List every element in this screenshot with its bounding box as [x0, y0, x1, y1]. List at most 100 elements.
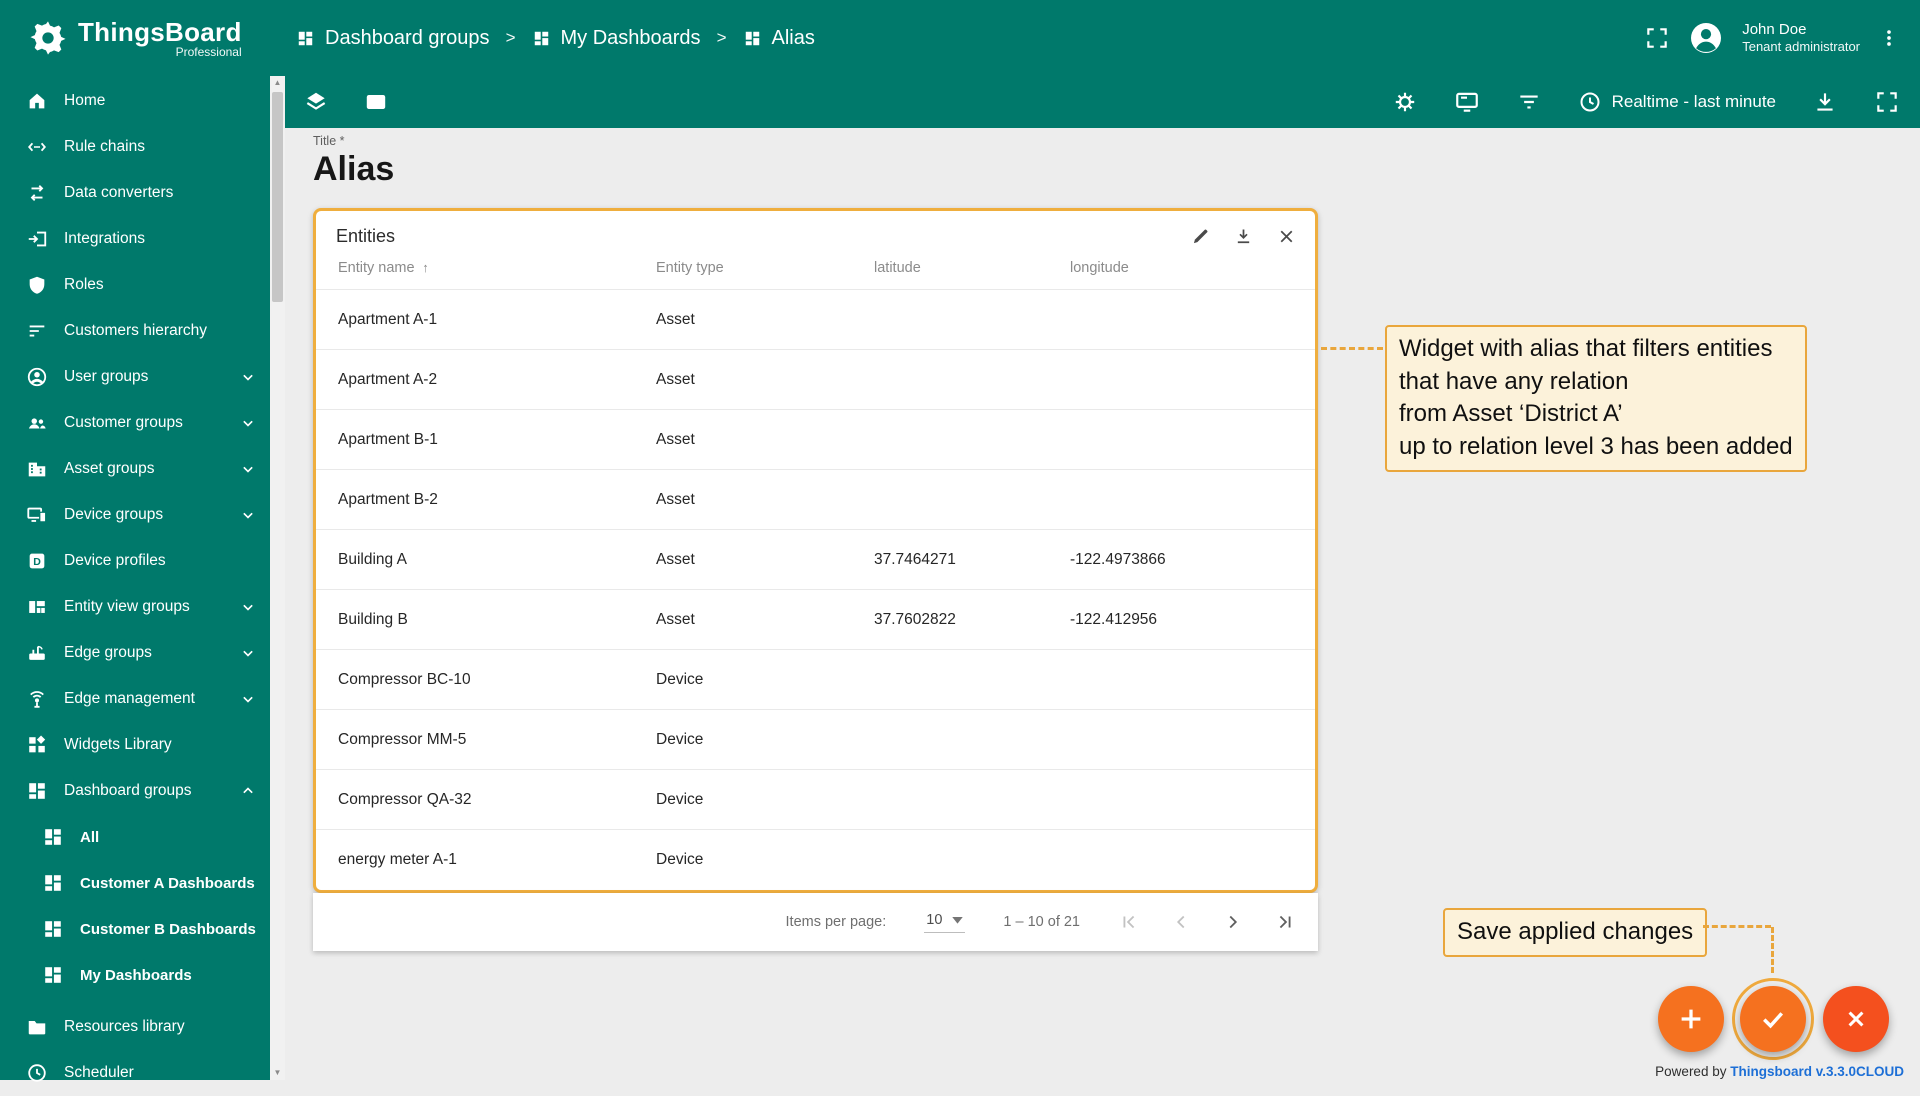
column-header-entity-type[interactable]: Entity type [648, 252, 866, 290]
sidebar-item-label: User groups [64, 368, 149, 385]
items-per-page-select[interactable]: 10 [924, 910, 966, 933]
sidebar-item-my-dashboards[interactable]: My Dashboards [0, 952, 270, 998]
sidebar-item-label: Scheduler [64, 1064, 134, 1081]
breadcrumb-dashboard-groups[interactable]: Dashboard groups [296, 27, 490, 50]
user-icon [27, 367, 47, 387]
sidebar-item-home[interactable]: Home [0, 78, 270, 124]
sidebar-item-data-converters[interactable]: Data converters [0, 170, 270, 216]
page-title[interactable]: Alias [313, 150, 394, 189]
table-row[interactable]: Building A Asset 37.7464271 -122.4973866 [316, 529, 1315, 590]
sidebar-item-customer-groups[interactable]: Customer groups [0, 400, 270, 446]
scroll-up-icon[interactable]: ▲ [270, 76, 285, 90]
sidebar-nav: Home Rule chains Data converters Integra… [0, 76, 270, 1096]
dashboards-icon [45, 921, 61, 937]
table-row[interactable]: Building B Asset 37.7602822 -122.412956 [316, 589, 1315, 650]
svg-text:D: D [33, 556, 41, 568]
sidebar-item-label: Asset groups [64, 460, 155, 477]
sidebar-item-label: Roles [64, 276, 104, 293]
sidebar-item-resources-library[interactable]: Resources library [0, 1004, 270, 1050]
first-page-icon[interactable] [1118, 911, 1140, 933]
next-page-icon[interactable] [1222, 911, 1244, 933]
breadcrumb-alias[interactable]: Alias [743, 27, 815, 50]
sidebar-item-scheduler[interactable]: Scheduler [0, 1050, 270, 1096]
table-row[interactable]: Compressor QA-32 Device [316, 769, 1315, 830]
user-name: John Doe [1742, 20, 1807, 38]
sidebar-item-rule-chains[interactable]: Rule chains [0, 124, 270, 170]
router-icon [29, 645, 45, 660]
people-icon [28, 418, 46, 429]
timewindow-label: Realtime - last minute [1611, 92, 1776, 111]
powered-by-label: Powered by [1655, 1064, 1731, 1079]
column-header-entity-name[interactable]: Entity name ↑ [316, 252, 648, 290]
sidebar-item-integrations[interactable]: Integrations [0, 216, 270, 262]
close-icon[interactable] [1276, 226, 1297, 247]
sidebar-item-edge-management[interactable]: Edge management [0, 676, 270, 722]
breadcrumb-separator: > [505, 28, 516, 47]
sidebar-item-label: Entity view groups [64, 598, 190, 615]
sidebar-item-edge-groups[interactable]: Edge groups [0, 630, 270, 676]
column-header-longitude[interactable]: longitude [1062, 252, 1315, 290]
close-icon [1848, 1011, 1864, 1027]
sidebar-item-entity-view-groups[interactable]: Entity view groups [0, 584, 270, 630]
fullscreen-icon[interactable] [1644, 25, 1670, 51]
chevron-down-icon [243, 466, 253, 473]
sort-asc-icon: ↑ [418, 260, 429, 275]
add-widget-button[interactable] [1658, 986, 1724, 1052]
download-icon[interactable] [1812, 89, 1838, 115]
more-vert-icon[interactable] [1878, 27, 1900, 49]
layout-card-icon[interactable] [363, 89, 389, 115]
layers-icon[interactable] [303, 89, 329, 115]
plus-icon [1681, 1009, 1701, 1029]
table-row[interactable]: Apartment B-2 Asset [316, 469, 1315, 530]
scroll-down-icon[interactable]: ▼ [270, 1066, 285, 1080]
sidebar-scrollbar[interactable]: ▲ ▼ [270, 76, 285, 1080]
table-row[interactable]: energy meter A-1 Device [316, 829, 1315, 890]
home-icon [29, 93, 45, 109]
chevron-down-icon [243, 374, 253, 381]
sidebar-item-label: Data converters [64, 184, 174, 201]
sidebar: ThingsBoard Professional Home Rule chain… [0, 0, 270, 1082]
sidebar-item-device-groups[interactable]: Device groups [0, 492, 270, 538]
table-row[interactable]: Compressor BC-10 Device [316, 649, 1315, 710]
sidebar-item-asset-groups[interactable]: Asset groups [0, 446, 270, 492]
export-download-icon[interactable] [1233, 226, 1254, 247]
timewindow-clock-icon [1580, 92, 1600, 112]
entity-aliases-filter-icon[interactable] [1516, 89, 1542, 115]
widget-title: Entities [336, 226, 396, 246]
column-header-latitude[interactable]: latitude [866, 252, 1062, 290]
previous-page-icon[interactable] [1170, 911, 1192, 933]
table-row[interactable]: Apartment B-1 Asset [316, 409, 1315, 470]
manage-layouts-icon[interactable] [1454, 89, 1480, 115]
breadcrumb-my-dashboards[interactable]: My Dashboards [532, 27, 701, 50]
chevron-down-icon [952, 916, 964, 924]
sidebar-item-all-dashboards[interactable]: All [0, 814, 270, 860]
sidebar-item-device-profiles[interactable]: D Device profiles [0, 538, 270, 584]
edit-pencil-icon[interactable] [1190, 226, 1211, 247]
apply-changes-button[interactable] [1740, 986, 1806, 1052]
sidebar-item-roles[interactable]: Roles [0, 262, 270, 308]
fullscreen-icon[interactable] [1874, 89, 1900, 115]
table-row[interactable]: Compressor MM-5 Device [316, 709, 1315, 770]
sidebar-item-customer-a-dashboards[interactable]: Customer A Dashboards [0, 860, 270, 906]
device-profile-icon: D [29, 553, 45, 569]
last-page-icon[interactable] [1274, 911, 1296, 933]
sidebar-item-user-groups[interactable]: User groups [0, 354, 270, 400]
devices-icon [27, 507, 47, 523]
scrollbar-thumb[interactable] [272, 92, 283, 302]
discard-changes-button[interactable] [1823, 986, 1889, 1052]
table-row[interactable]: Apartment A-1 Asset [316, 289, 1315, 350]
sidebar-item-label: My Dashboards [80, 966, 192, 984]
items-per-page-label: Items per page: [785, 913, 887, 930]
settings-gear-icon[interactable] [1392, 89, 1418, 115]
sidebar-item-widgets-library[interactable]: Widgets Library [0, 722, 270, 768]
timewindow-button[interactable]: Realtime - last minute [1578, 90, 1776, 114]
dashboards-icon [534, 31, 548, 45]
thingsboard-version-link[interactable]: Thingsboard v.3.3.0CLOUD [1730, 1064, 1904, 1079]
dashboards-icon [45, 875, 61, 891]
sidebar-item-dashboard-groups[interactable]: Dashboard groups [0, 768, 270, 814]
avatar[interactable] [1688, 20, 1724, 56]
sidebar-item-customers-hierarchy[interactable]: Customers hierarchy [0, 308, 270, 354]
app-logo[interactable]: ThingsBoard Professional [0, 0, 270, 76]
table-row[interactable]: Apartment A-2 Asset [316, 349, 1315, 410]
sidebar-item-customer-b-dashboards[interactable]: Customer B Dashboards [0, 906, 270, 952]
